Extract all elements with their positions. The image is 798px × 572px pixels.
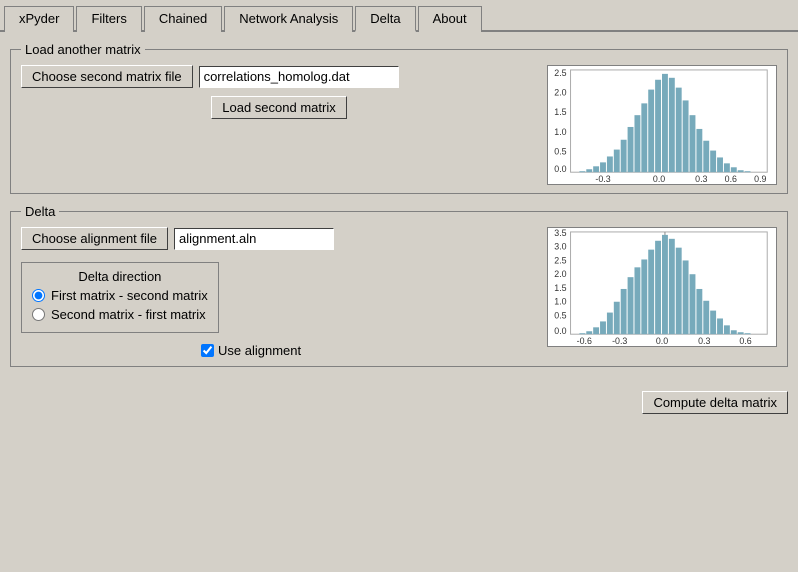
load-matrix-legend: Load another matrix <box>21 42 145 57</box>
load-second-matrix-button[interactable]: Load second matrix <box>211 96 346 119</box>
tab-xpyder[interactable]: xPyder <box>4 6 74 32</box>
svg-text:0.9: 0.9 <box>754 174 766 184</box>
svg-text:0.3: 0.3 <box>695 174 707 184</box>
svg-text:1.0: 1.0 <box>554 127 566 137</box>
radio-input-first[interactable] <box>32 289 45 302</box>
use-alignment-text: Use alignment <box>218 343 301 358</box>
load-left: Choose second matrix file correlations_h… <box>21 65 537 119</box>
svg-text:0.5: 0.5 <box>554 147 566 157</box>
radio-group: First matrix - second matrix Second matr… <box>32 288 208 322</box>
delta-legend: Delta <box>21 204 59 219</box>
use-alignment-area: Use alignment <box>201 343 537 358</box>
svg-text:1.0: 1.0 <box>554 297 566 307</box>
svg-text:0.0: 0.0 <box>653 174 665 184</box>
second-matrix-file-input[interactable]: correlations_homolog.dat <box>199 66 399 88</box>
load-another-matrix-section: Load another matrix Choose second matrix… <box>10 42 788 194</box>
delta-direction-box: Delta direction First matrix - second ma… <box>21 262 219 333</box>
radio-second-label: Second matrix - first matrix <box>51 307 206 322</box>
delta-direction-title: Delta direction <box>32 269 208 284</box>
tab-network-analysis[interactable]: Network Analysis <box>224 6 353 32</box>
radio-second-minus-first[interactable]: Second matrix - first matrix <box>32 307 208 322</box>
use-alignment-checkbox[interactable] <box>201 344 214 357</box>
radio-first-label: First matrix - second matrix <box>51 288 208 303</box>
choose-second-matrix-button[interactable]: Choose second matrix file <box>21 65 193 88</box>
tab-filters[interactable]: Filters <box>76 6 141 32</box>
choose-file-row: Choose second matrix file correlations_h… <box>21 65 537 88</box>
use-alignment-label[interactable]: Use alignment <box>201 343 537 358</box>
bottom-button-row: Compute delta matrix <box>0 387 798 418</box>
load-button-row: Load second matrix <box>21 96 537 119</box>
svg-text:0.0: 0.0 <box>656 336 668 346</box>
matrix-histogram-chart: 2.5 2.0 1.5 1.0 0.5 0.0 <box>547 65 777 185</box>
choose-alignment-button[interactable]: Choose alignment file <box>21 227 168 250</box>
svg-text:2.0: 2.0 <box>554 88 566 98</box>
svg-text:0.0: 0.0 <box>554 164 566 174</box>
load-section: Choose second matrix file correlations_h… <box>21 65 777 185</box>
svg-text:-0.3: -0.3 <box>612 336 627 346</box>
svg-text:2.5: 2.5 <box>554 68 566 78</box>
compute-delta-matrix-button[interactable]: Compute delta matrix <box>642 391 788 414</box>
svg-text:3.0: 3.0 <box>554 242 566 252</box>
delta-main-section: Choose alignment file Delta direction Fi… <box>21 227 777 358</box>
svg-text:0.5: 0.5 <box>554 310 566 320</box>
delta-left: Choose alignment file Delta direction Fi… <box>21 227 537 358</box>
tab-bar: xPyder Filters Chained Network Analysis … <box>0 0 798 32</box>
svg-text:2.5: 2.5 <box>554 255 566 265</box>
tab-chained[interactable]: Chained <box>144 6 222 32</box>
delta-histogram-chart: 3.5 3.0 2.5 2.0 1.5 1.0 0.5 0.0 <box>547 227 777 347</box>
chart2-svg: 3.5 3.0 2.5 2.0 1.5 1.0 0.5 0.0 <box>548 228 776 346</box>
svg-text:1.5: 1.5 <box>554 283 566 293</box>
chart1-svg: 2.5 2.0 1.5 1.0 0.5 0.0 <box>548 66 776 184</box>
svg-text:-0.3: -0.3 <box>595 174 610 184</box>
tab-delta[interactable]: Delta <box>355 6 415 32</box>
delta-right: 3.5 3.0 2.5 2.0 1.5 1.0 0.5 0.0 <box>547 227 777 347</box>
radio-input-second[interactable] <box>32 308 45 321</box>
svg-text:0.3: 0.3 <box>698 336 710 346</box>
svg-text:0.0: 0.0 <box>554 326 566 336</box>
svg-text:3.5: 3.5 <box>554 228 566 238</box>
alignment-row: Choose alignment file <box>21 227 537 250</box>
main-content: Load another matrix Choose second matrix… <box>0 32 798 387</box>
svg-text:2.0: 2.0 <box>554 269 566 279</box>
load-right: 2.5 2.0 1.5 1.0 0.5 0.0 <box>547 65 777 185</box>
svg-text:-0.6: -0.6 <box>577 336 592 346</box>
alignment-file-input[interactable] <box>174 228 334 250</box>
svg-text:0.6: 0.6 <box>739 336 751 346</box>
svg-text:0.6: 0.6 <box>725 174 737 184</box>
tab-about[interactable]: About <box>418 6 482 32</box>
delta-section: Delta Choose alignment file Delta direct… <box>10 204 788 367</box>
svg-text:1.5: 1.5 <box>554 107 566 117</box>
radio-first-minus-second[interactable]: First matrix - second matrix <box>32 288 208 303</box>
